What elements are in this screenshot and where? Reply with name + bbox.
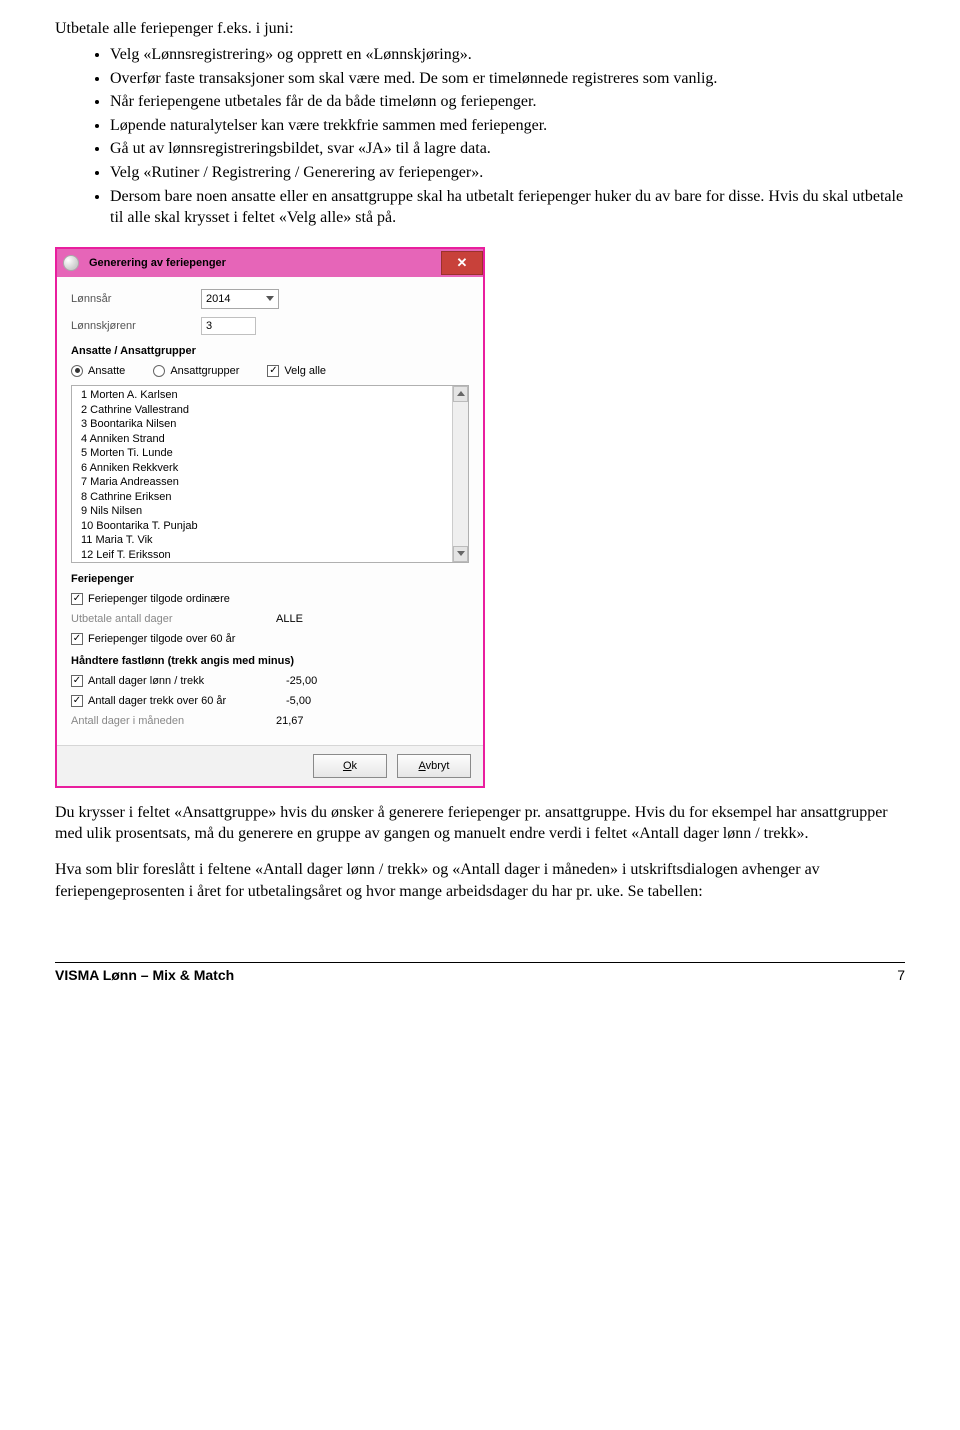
bullet-item: Gå ut av lønnsregistreringsbildet, svar … [110, 138, 905, 160]
checkbox-antall-dager-lonn[interactable]: Antall dager lønn / trekk [71, 675, 276, 687]
list-item[interactable]: 1 Morten A. Karlsen [81, 389, 178, 401]
arrow-down-icon [457, 551, 465, 556]
list-item[interactable]: 4 Anniken Strand [81, 433, 165, 445]
close-icon: ✕ [457, 255, 468, 271]
checkbox-antall-dager-over-60[interactable]: Antall dager trekk over 60 år [71, 695, 276, 707]
list-item[interactable]: 12 Leif T. Eriksson [81, 549, 171, 561]
footer-title: VISMA Lønn – Mix & Match [55, 967, 234, 983]
arrow-up-icon [457, 391, 465, 396]
bullet-item: Dersom bare noen ansatte eller en ansatt… [110, 186, 905, 229]
dialog-window: Generering av feriepenger ✕ Lønnsår 2014… [55, 247, 485, 788]
bullet-item: Velg «Rutiner / Registrering / Genererin… [110, 162, 905, 184]
dialog-title: Generering av feriepenger [89, 257, 441, 269]
scroll-down-button[interactable] [453, 546, 468, 562]
section-ansatte-heading: Ansatte / Ansattgrupper [71, 345, 469, 357]
list-item[interactable]: 7 Maria Andreassen [81, 476, 179, 488]
radio-grupper-label: Ansattgrupper [170, 365, 239, 377]
list-item[interactable]: 2 Cathrine Vallestrand [81, 404, 189, 416]
chk-ord-label: Feriepenger tilgode ordinære [88, 593, 230, 605]
list-item[interactable]: 3 Boontarika Nilsen [81, 418, 176, 430]
page-footer: VISMA Lønn – Mix & Match 7 [55, 962, 905, 983]
checkbox-icon [71, 675, 83, 687]
list-item[interactable]: 10 Boontarika T. Punjab [81, 520, 198, 532]
list-item[interactable]: 11 Maria T. Vik [81, 534, 153, 546]
list-item[interactable]: 5 Morten Ti. Lunde [81, 447, 173, 459]
list-item[interactable]: 6 Anniken Rekkverk [81, 462, 178, 474]
antall-dager-over-60-value[interactable]: -5,00 [286, 695, 311, 707]
radio-ansattgrupper[interactable]: Ansattgrupper [153, 365, 239, 377]
bullet-item: Overfør faste transaksjoner som skal vær… [110, 68, 905, 90]
run-field[interactable]: 3 [201, 317, 256, 335]
ok-button[interactable]: Ok [313, 754, 387, 778]
section-fastlonn-heading: Håndtere fastlønn (trekk angis med minus… [71, 655, 469, 667]
scroll-up-button[interactable] [453, 386, 468, 402]
antall-dager-lonn-value[interactable]: -25,00 [286, 675, 317, 687]
bullet-item: Løpende naturalytelser kan være trekkfri… [110, 115, 905, 137]
list-item[interactable]: 9 Nils Nilsen [81, 505, 142, 517]
checkbox-icon [267, 365, 279, 377]
titlebar[interactable]: Generering av feriepenger ✕ [57, 249, 483, 277]
bullet-item: Når feriepengene utbetales får de da båd… [110, 91, 905, 113]
dialog-body: Lønnsår 2014 Lønnskjørenr 3 Ansatte / An… [57, 277, 483, 745]
radio-icon [71, 365, 83, 377]
velgalle-label: Velg alle [284, 365, 326, 377]
checkbox-feriepenger-over-60[interactable]: Feriepenger tilgode over 60 år [71, 633, 235, 645]
chk-antdag-label: Antall dager lønn / trekk [88, 675, 204, 687]
section-feriepenger-heading: Feriepenger [71, 573, 469, 585]
list-item[interactable]: 8 Cathrine Eriksen [81, 491, 172, 503]
antall-dager-maned-value: 21,67 [276, 715, 304, 727]
cancel-button[interactable]: Avbryt [397, 754, 471, 778]
radio-ansatte-label: Ansatte [88, 365, 125, 377]
utbetale-dager-label: Utbetale antall dager [71, 613, 276, 625]
bullet-item: Velg «Lønnsregistrering» og opprett en «… [110, 44, 905, 66]
checkbox-feriepenger-ordinaere[interactable]: Feriepenger tilgode ordinære [71, 593, 230, 605]
antall-dager-maned-label: Antall dager i måneden [71, 715, 276, 727]
checkbox-velg-alle[interactable]: Velg alle [267, 365, 326, 377]
radio-icon [153, 365, 165, 377]
chk-over60-label: Feriepenger tilgode over 60 år [88, 633, 235, 645]
year-select[interactable]: 2014 [201, 289, 279, 309]
page-number: 7 [897, 967, 905, 983]
chevron-down-icon [266, 296, 274, 301]
chk-over60trekk-label: Antall dager trekk over 60 år [88, 695, 226, 707]
app-icon [63, 255, 79, 271]
checkbox-icon [71, 593, 83, 605]
utbetale-dager-value: ALLE [276, 613, 303, 625]
year-value: 2014 [206, 293, 230, 305]
scrollbar[interactable] [452, 386, 468, 562]
radio-ansatte[interactable]: Ansatte [71, 365, 125, 377]
bullet-list: Velg «Lønnsregistrering» og opprett en «… [110, 44, 905, 229]
year-label: Lønnsår [71, 293, 201, 305]
run-value: 3 [206, 320, 212, 332]
employee-listbox[interactable]: 1 Morten A. Karlsen 2 Cathrine Vallestra… [71, 385, 469, 563]
doc-heading: Utbetale alle feriepenger f.eks. i juni: [55, 20, 905, 38]
body-paragraph: Hva som blir foreslått i feltene «Antall… [55, 859, 905, 902]
checkbox-icon [71, 695, 83, 707]
close-button[interactable]: ✕ [441, 251, 483, 275]
dialog-button-row: Ok Avbryt [57, 745, 483, 786]
body-paragraph: Du krysser i feltet «Ansattgruppe» hvis … [55, 802, 905, 845]
run-label: Lønnskjørenr [71, 320, 201, 332]
checkbox-icon [71, 633, 83, 645]
